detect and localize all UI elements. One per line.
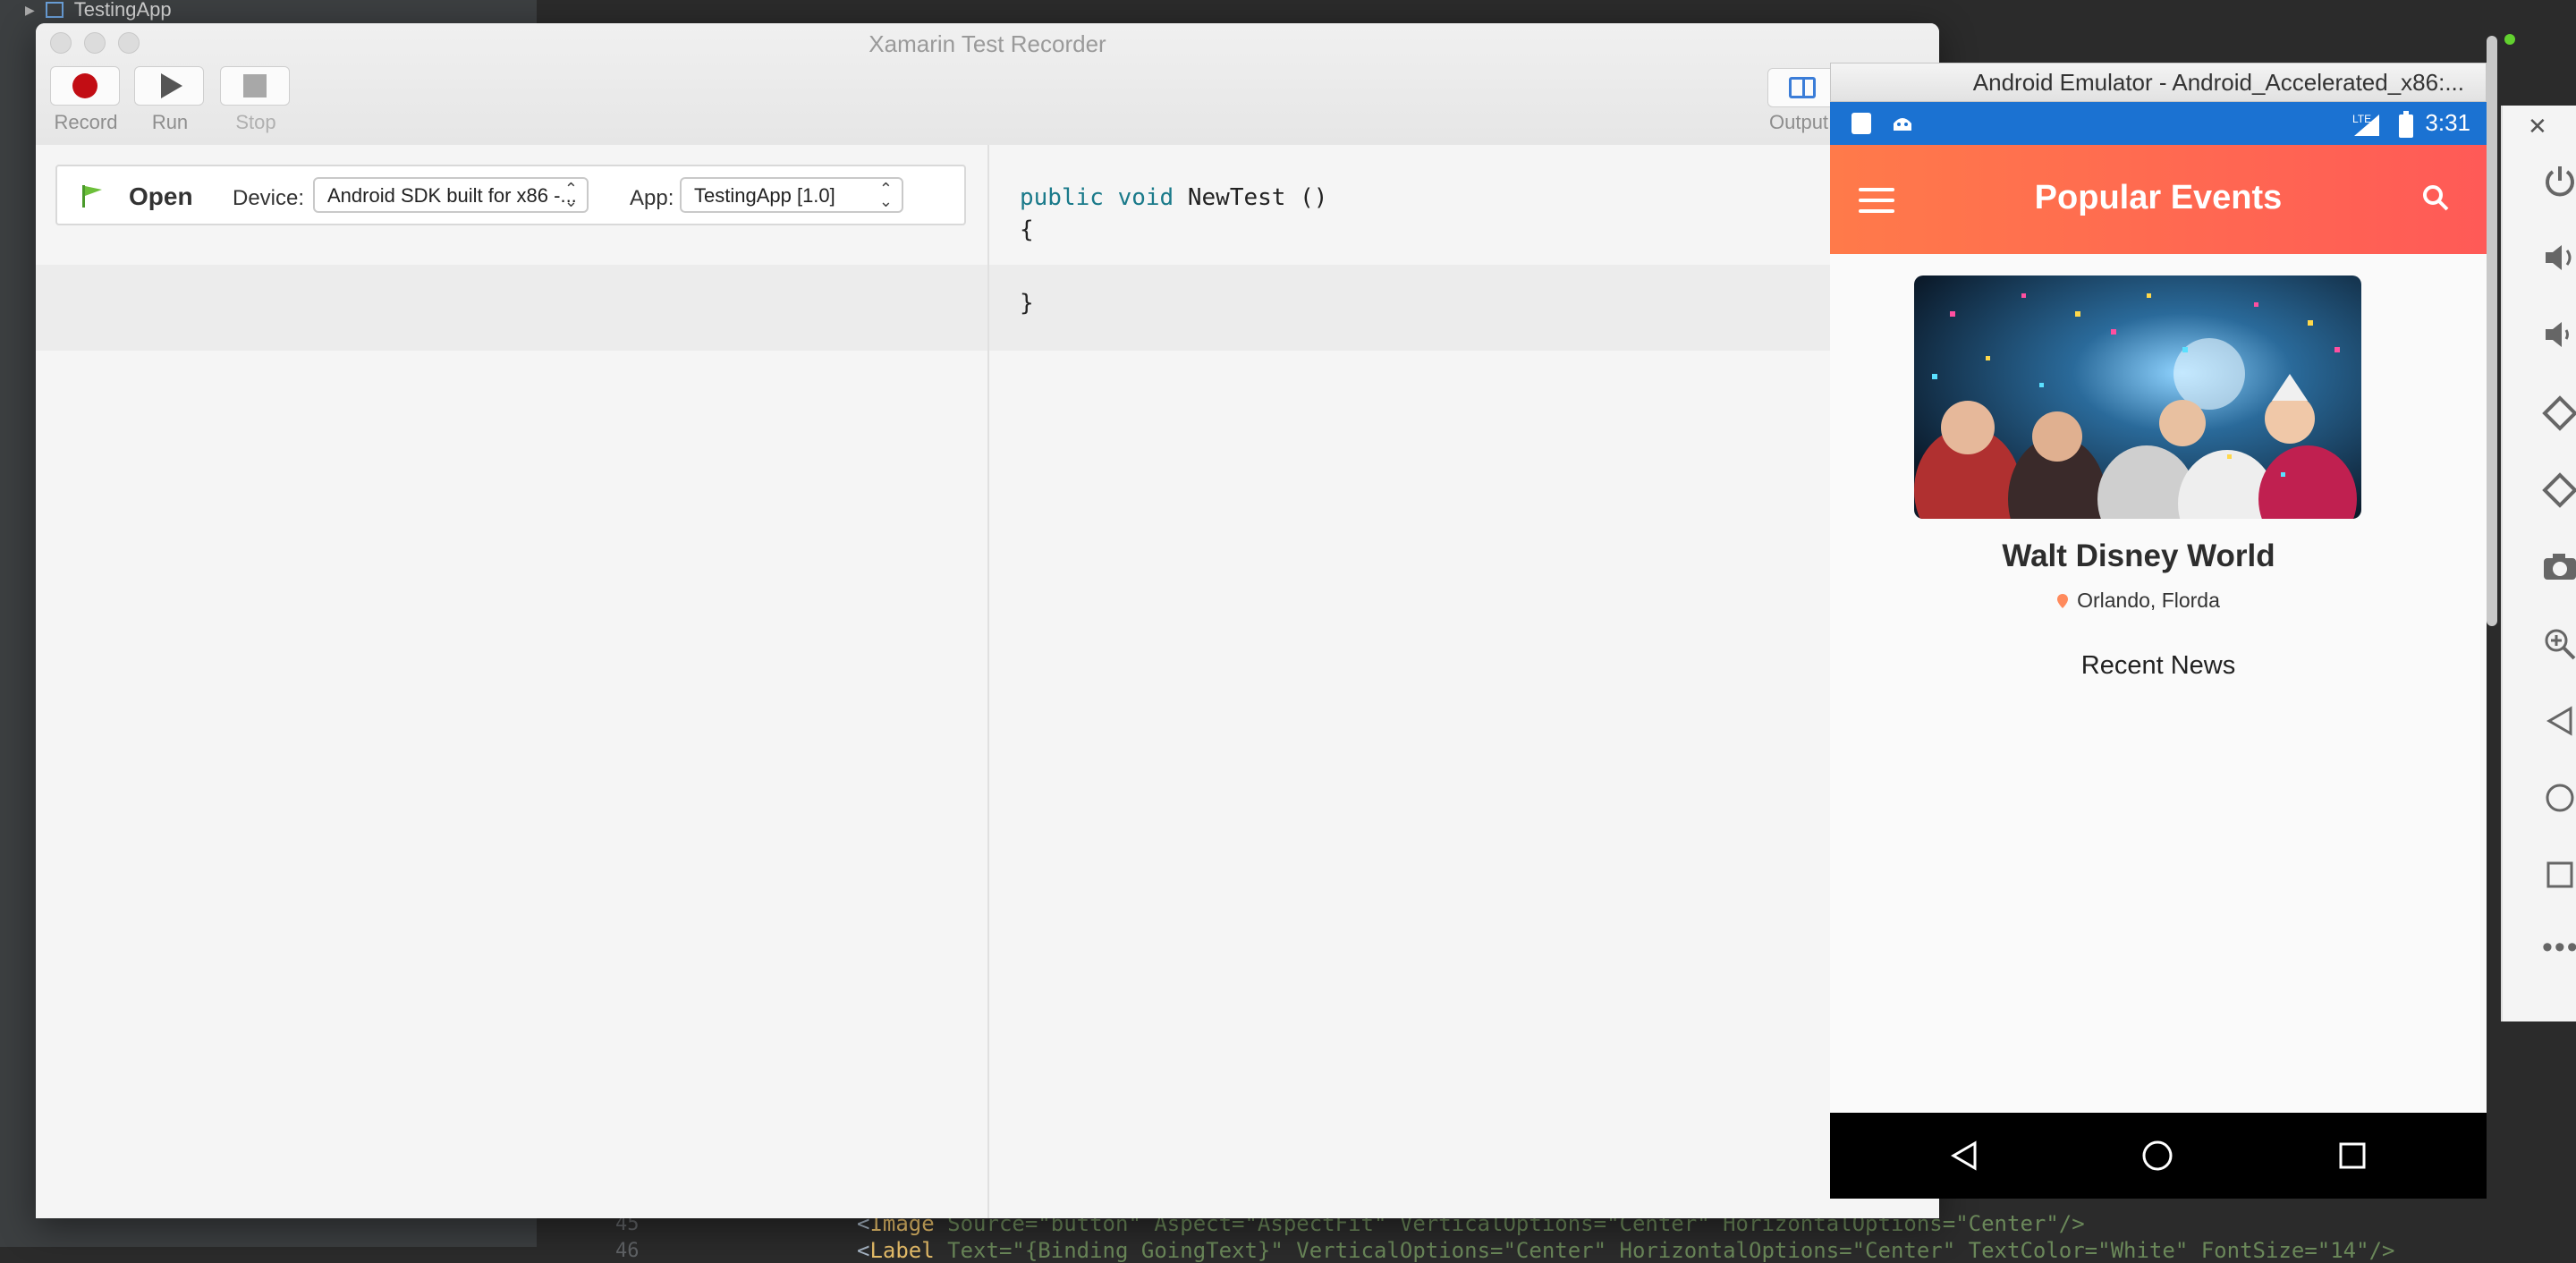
app-select-value: TestingApp [1.0] [694, 184, 835, 207]
stop-tool[interactable]: Stop [220, 66, 292, 134]
line-number: 46 [615, 1240, 640, 1262]
expand-arrow-icon[interactable]: ▶ [25, 3, 35, 18]
record-label: Record [54, 111, 118, 133]
recent-news-heading: Recent News [2080, 651, 2236, 680]
close-brace: } [1020, 290, 1034, 317]
record-tool[interactable]: Record [50, 66, 122, 134]
open-brace: { [1020, 216, 1034, 243]
android-icon [1894, 118, 1911, 131]
recorder-window: Xamarin Test Recorder Record Run Stop Ou… [36, 23, 1939, 1218]
sd-card-icon [1852, 113, 1871, 134]
run-label: Run [151, 111, 189, 133]
more-icon[interactable]: ••• [2542, 930, 2576, 965]
open-button[interactable]: Open [129, 182, 193, 211]
power-icon[interactable] [2542, 163, 2576, 199]
code-tag: Label [869, 1238, 935, 1263]
play-icon [161, 73, 182, 98]
chevron-updown-icon: ⌃ ⌄ [878, 180, 893, 210]
device-label: Device: [233, 186, 305, 210]
android-nav-bar [1830, 1113, 2487, 1199]
event-location: Orlando, Florda [1830, 589, 2447, 613]
record-icon [72, 73, 97, 98]
search-icon[interactable] [2422, 184, 2449, 211]
app-label: App: [630, 186, 674, 210]
open-bar: Open Device: Android SDK built for x86 -… [55, 165, 966, 225]
app-bar: Popular Events [1830, 145, 2487, 254]
emulator-controls: ✕ ••• [2501, 106, 2576, 1021]
rotate-right-icon[interactable] [2542, 472, 2576, 508]
run-button[interactable] [134, 66, 204, 106]
output-button[interactable] [1767, 68, 1837, 107]
device-select[interactable]: Android SDK built for x86 -... ⌃ ⌄ [313, 177, 589, 213]
home-icon[interactable] [2542, 780, 2576, 816]
code-text: Text="{Binding GoingText}" VerticalOptio… [934, 1238, 2395, 1263]
tree-item-label: TestingApp [73, 0, 172, 21]
stop-button[interactable] [220, 66, 290, 106]
tree-item-testingapp[interactable]: ▶ TestingApp [25, 0, 172, 21]
app-select[interactable]: TestingApp [1.0] ⌃ ⌄ [680, 177, 903, 213]
device-select-value: Android SDK built for x86 -... [327, 184, 577, 207]
recorder-titlebar: Xamarin Test Recorder Record Run Stop Ou… [36, 23, 1939, 147]
output-label: Output [1769, 111, 1829, 133]
event-image[interactable] [1914, 275, 2361, 519]
test-steps-pane: Open Device: Android SDK built for x86 -… [36, 145, 989, 1218]
stop-icon [243, 74, 267, 97]
battery-icon [2399, 111, 2413, 138]
event-name: Walt Disney World [2002, 538, 2275, 573]
status-bar: LTE 3:31 [1830, 102, 2487, 145]
event-location-text: Orlando, Florda [2077, 589, 2220, 612]
app-title: Popular Events [2034, 179, 2283, 216]
camera-icon[interactable] [2542, 549, 2576, 585]
window-title: Xamarin Test Recorder [869, 30, 1106, 57]
output-panel-icon [1789, 77, 1816, 98]
back-icon[interactable] [1948, 1140, 1980, 1172]
flag-icon [82, 185, 102, 208]
emulator-titlebar[interactable]: Android Emulator - Android_Accelerated_x… [1830, 63, 2487, 102]
step-row[interactable] [36, 265, 987, 351]
stop-label: Stop [235, 111, 276, 133]
run-tool[interactable]: Run [134, 66, 206, 134]
overview-icon[interactable] [2542, 857, 2576, 893]
status-indicator [2504, 34, 2515, 45]
keyword-public: public [1020, 184, 1104, 211]
method-signature: public void NewTest () [1020, 184, 1327, 211]
code-line: <Label Text="{Binding GoingText}" Vertic… [857, 1238, 2395, 1263]
home-icon[interactable] [2141, 1140, 2174, 1172]
keyword-void: void [1117, 184, 1174, 211]
party-photo [1914, 275, 2361, 519]
code-highlight-row [989, 265, 1939, 351]
location-pin-icon [2057, 594, 2069, 608]
volume-up-icon[interactable] [2542, 240, 2576, 275]
clock: 3:31 [2425, 109, 2470, 136]
record-button[interactable] [50, 66, 120, 106]
ide-scrollbar[interactable] [2487, 36, 2497, 626]
chevron-updown-icon: ⌃ ⌄ [564, 180, 578, 210]
overview-icon[interactable] [2336, 1140, 2368, 1172]
zoom-icon[interactable] [2542, 626, 2576, 662]
project-icon [45, 2, 64, 18]
volume-down-icon[interactable] [2542, 317, 2576, 352]
signal-icon [2354, 114, 2379, 136]
close-icon[interactable]: ✕ [2528, 113, 2547, 140]
emulator-screen[interactable]: LTE 3:31 Popular Events Walt Disney Worl… [1830, 102, 2487, 1199]
method-name: NewTest () [1187, 184, 1328, 211]
code-pane[interactable]: public void NewTest () { } [989, 145, 1939, 1218]
rotate-left-icon[interactable] [2542, 395, 2576, 431]
back-icon[interactable] [2542, 703, 2576, 739]
